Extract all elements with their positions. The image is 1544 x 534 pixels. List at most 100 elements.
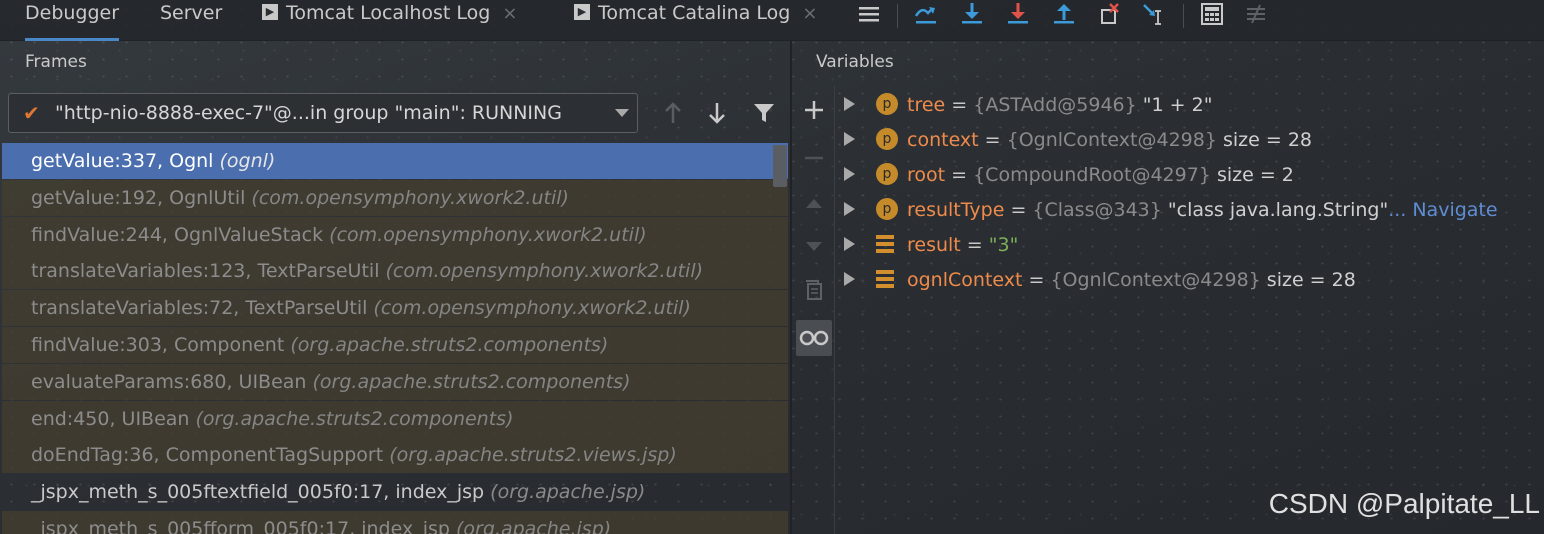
tab-server[interactable]: Server	[160, 0, 222, 38]
equals-sign: =	[978, 129, 1007, 151]
close-icon[interactable]: ×	[802, 3, 817, 24]
variable-value: size = 2	[1210, 164, 1294, 186]
tab-tomcat-catalina-log-label: Tomcat Catalina Log	[598, 2, 791, 24]
evaluate-expression-icon[interactable]	[1199, 2, 1225, 26]
frame-package: (org.apache.struts2.components)	[290, 334, 609, 356]
variable-value: "3"	[988, 234, 1019, 256]
log-console-icon: ▶	[262, 3, 278, 20]
frame-package: (com.opensymphony.xwork2.util)	[251, 187, 569, 209]
chevron-down-icon	[615, 109, 629, 117]
step-out-icon[interactable]	[1051, 2, 1077, 26]
variable-name: root	[907, 164, 946, 186]
filter-icon[interactable]	[749, 98, 779, 128]
frame-row[interactable]: findValue:244, OgnlValueStack (com.opens…	[2, 217, 788, 253]
frame-package: (org.apache.jsp)	[490, 481, 646, 503]
variable-row-root[interactable]: p root = {CompoundRoot@4297} size = 2	[840, 158, 1294, 193]
expand-arrow-icon[interactable]	[844, 166, 855, 181]
tab-tomcat-catalina-log[interactable]: ▶ Tomcat Catalina Log ×	[574, 0, 817, 38]
move-down-icon[interactable]	[796, 228, 832, 264]
drop-frame-icon[interactable]	[1097, 2, 1123, 26]
expand-arrow-icon[interactable]	[844, 236, 855, 251]
expand-arrow-icon[interactable]	[844, 131, 855, 146]
frame-row[interactable]: translateVariables:72, TextParseUtil (co…	[2, 290, 788, 326]
tab-debugger[interactable]: Debugger	[25, 0, 120, 41]
run-to-cursor-icon[interactable]	[1141, 2, 1167, 26]
expand-arrow-icon[interactable]	[844, 201, 855, 216]
frame-method: translateVariables:123, TextParseUtil	[31, 260, 386, 282]
tab-tomcat-localhost-log-label: Tomcat Localhost Log	[286, 2, 491, 24]
debug-tab-bar: Debugger Server ▶ Tomcat Localhost Log × ▶…	[0, 0, 1544, 41]
variable-name: resultType	[907, 199, 1005, 221]
tab-tomcat-localhost-log[interactable]: ▶ Tomcat Localhost Log ×	[262, 0, 517, 38]
panel-divider[interactable]	[790, 40, 792, 534]
frames-scrollbar[interactable]	[773, 145, 787, 187]
frame-package: (com.opensymphony.xwork2.util)	[329, 224, 647, 246]
variable-type: {CompoundRoot@4297}	[973, 164, 1211, 186]
watermark-text: CSDN @Palpitate_LL	[1268, 488, 1540, 519]
equals-sign: =	[960, 234, 989, 256]
frame-row[interactable]: findValue:303, Component (org.apache.str…	[2, 327, 788, 363]
frame-row[interactable]: translateVariables:123, TextParseUtil (c…	[2, 253, 788, 289]
variable-row-tree[interactable]: p tree = {ASTAdd@5946} "1 + 2"	[840, 88, 1212, 123]
variable-value: size = 28	[1260, 269, 1356, 291]
thread-selector[interactable]: ✔ "http-nio-8888-exec-7"@...in group "ma…	[8, 93, 638, 133]
toolbar-separator	[1183, 4, 1184, 28]
variable-row-result[interactable]: result = "3"	[840, 228, 1018, 263]
move-up-icon[interactable]	[796, 186, 832, 222]
glasses-icon[interactable]	[796, 320, 832, 356]
equals-sign: =	[945, 164, 974, 186]
variable-row-resulttype[interactable]: p resultType = {Class@343} "class java.la…	[840, 193, 1498, 228]
frame-row[interactable]: _jspx_meth_s_005fform_005f0:17, index_js…	[2, 511, 788, 534]
frame-package: (org.apache.jsp)	[456, 518, 612, 534]
frames-panel-title: Frames	[25, 52, 87, 72]
frame-row[interactable]: evaluateParams:680, UIBean (org.apache.s…	[2, 364, 788, 400]
trace-icon[interactable]	[1243, 2, 1269, 26]
variable-type: {ASTAdd@5946}	[973, 94, 1137, 116]
frame-row[interactable]: doEndTag:36, ComponentTagSupport (org.ap…	[2, 437, 788, 473]
field-icon: p	[876, 92, 898, 115]
step-into-icon[interactable]	[959, 2, 985, 26]
down-arrow-icon[interactable]	[702, 98, 732, 128]
variable-type: {OgnlContext@4298}	[1006, 129, 1217, 151]
variable-row-ognlcontext[interactable]: ognlContext = {OgnlContext@4298} size = …	[840, 263, 1356, 298]
navigate-link[interactable]: ... Navigate	[1388, 199, 1497, 221]
frame-package: (ognl)	[219, 150, 276, 172]
variable-name: ognlContext	[907, 269, 1023, 291]
field-icon: p	[876, 162, 898, 185]
checkmark-icon: ✔	[23, 101, 40, 125]
frame-method: _jspx_meth_s_005fform_005f0:17, index_js…	[31, 518, 456, 534]
hamburger-icon[interactable]	[856, 2, 882, 26]
field-icon: p	[876, 127, 898, 150]
force-step-into-icon[interactable]	[1005, 2, 1031, 26]
variable-name: tree	[907, 94, 946, 116]
field-icon: p	[876, 197, 898, 220]
frame-row[interactable]: getValue:337, Ognl (ognl)	[2, 143, 788, 179]
variable-name: result	[907, 234, 961, 256]
tab-server-label: Server	[160, 2, 223, 24]
up-arrow-icon[interactable]	[658, 98, 688, 128]
thread-selector-label: "http-nio-8888-exec-7"@...in group "main…	[55, 102, 562, 124]
frame-row[interactable]: _jspx_meth_s_005ftextfield_005f0:17, ind…	[2, 474, 788, 510]
expand-arrow-icon[interactable]	[844, 96, 855, 111]
variable-value: size = 28	[1216, 129, 1312, 151]
equals-sign: =	[945, 94, 974, 116]
expand-arrow-icon[interactable]	[844, 271, 855, 286]
frame-method: _jspx_meth_s_005ftextfield_005f0:17, ind…	[31, 481, 491, 503]
frame-package: (com.opensymphony.xwork2.util)	[373, 297, 691, 319]
add-watch-icon[interactable]	[796, 92, 832, 128]
local-variable-icon	[876, 234, 894, 253]
frame-package: (org.apache.struts2.components)	[312, 371, 631, 393]
close-icon[interactable]: ×	[502, 3, 517, 24]
frame-package: (org.apache.struts2.views.jsp)	[389, 444, 677, 466]
frame-method: getValue:337, Ognl	[31, 150, 220, 172]
show-execution-point-icon[interactable]	[913, 2, 939, 26]
frame-row[interactable]: getValue:192, OgnlUtil (com.opensymphony…	[2, 180, 788, 216]
local-variable-icon	[876, 269, 894, 288]
remove-watch-icon[interactable]	[796, 140, 832, 176]
frames-list: getValue:337, Ognl (ognl) getValue:192, …	[2, 143, 788, 534]
variable-row-context[interactable]: p context = {OgnlContext@4298} size = 28	[840, 123, 1312, 158]
frame-method: translateVariables:72, TextParseUtil	[31, 297, 374, 319]
frame-row[interactable]: end:450, UIBean (org.apache.struts2.comp…	[2, 401, 788, 437]
variable-type: {Class@343}	[1032, 199, 1162, 221]
copy-icon[interactable]	[796, 272, 832, 308]
